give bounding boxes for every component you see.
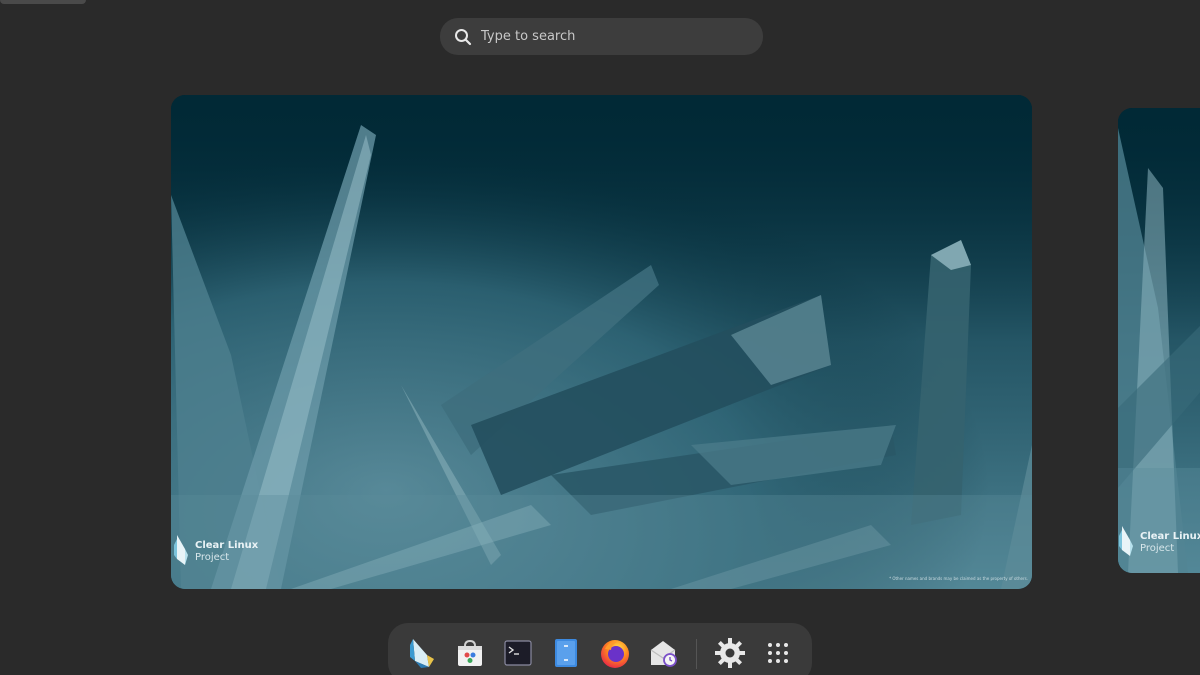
- clear-linux-logo-icon: [174, 535, 188, 565]
- top-bar: [0, 0, 1200, 6]
- search-bar[interactable]: [440, 18, 763, 55]
- settings-icon: [714, 638, 745, 668]
- software-store-icon: [457, 639, 482, 666]
- brand-name: Clear Linux: [195, 540, 259, 551]
- dash-separator: [695, 639, 697, 669]
- wallpaper-footnote: * Other names and brands may be claimed …: [889, 576, 1028, 581]
- dash-app-software[interactable]: [454, 637, 485, 669]
- firefox-icon: [600, 640, 629, 668]
- dash-app-settings[interactable]: [714, 637, 746, 669]
- crystal-wallpaper: [171, 95, 1032, 589]
- files-icon: [555, 639, 578, 667]
- brand-subtitle: Project: [1140, 543, 1175, 554]
- search-input[interactable]: [481, 18, 763, 55]
- dash-app-clear-linux[interactable]: [406, 637, 437, 669]
- activities-button[interactable]: [0, 0, 86, 4]
- show-apps-button[interactable]: [763, 637, 794, 669]
- dash-app-mail[interactable]: [648, 637, 679, 669]
- app-grid-icon: [768, 643, 789, 663]
- dash-app-files[interactable]: [551, 637, 582, 669]
- mail-clock-icon: [650, 641, 678, 667]
- brand-subtitle: Project: [195, 552, 230, 563]
- clear-linux-brand: Clear Linux Project: [173, 535, 258, 569]
- workspace-thumbnail-current[interactable]: Clear Linux Project * Other names and br…: [171, 95, 1032, 589]
- crystal-wallpaper: [1118, 108, 1200, 573]
- clear-linux-brand: Clear Linux Project: [1118, 526, 1200, 560]
- brand-name: Clear Linux: [1140, 531, 1200, 542]
- search-icon: [455, 28, 472, 45]
- dash-app-terminal[interactable]: [502, 637, 533, 669]
- dash: [388, 623, 812, 675]
- terminal-icon: [504, 640, 532, 666]
- dash-app-firefox[interactable]: [599, 637, 631, 669]
- clear-linux-logo-icon: [1119, 526, 1133, 556]
- clear-linux-icon: [409, 639, 434, 668]
- workspace-thumbnail-next[interactable]: Clear Linux Project: [1118, 108, 1200, 573]
